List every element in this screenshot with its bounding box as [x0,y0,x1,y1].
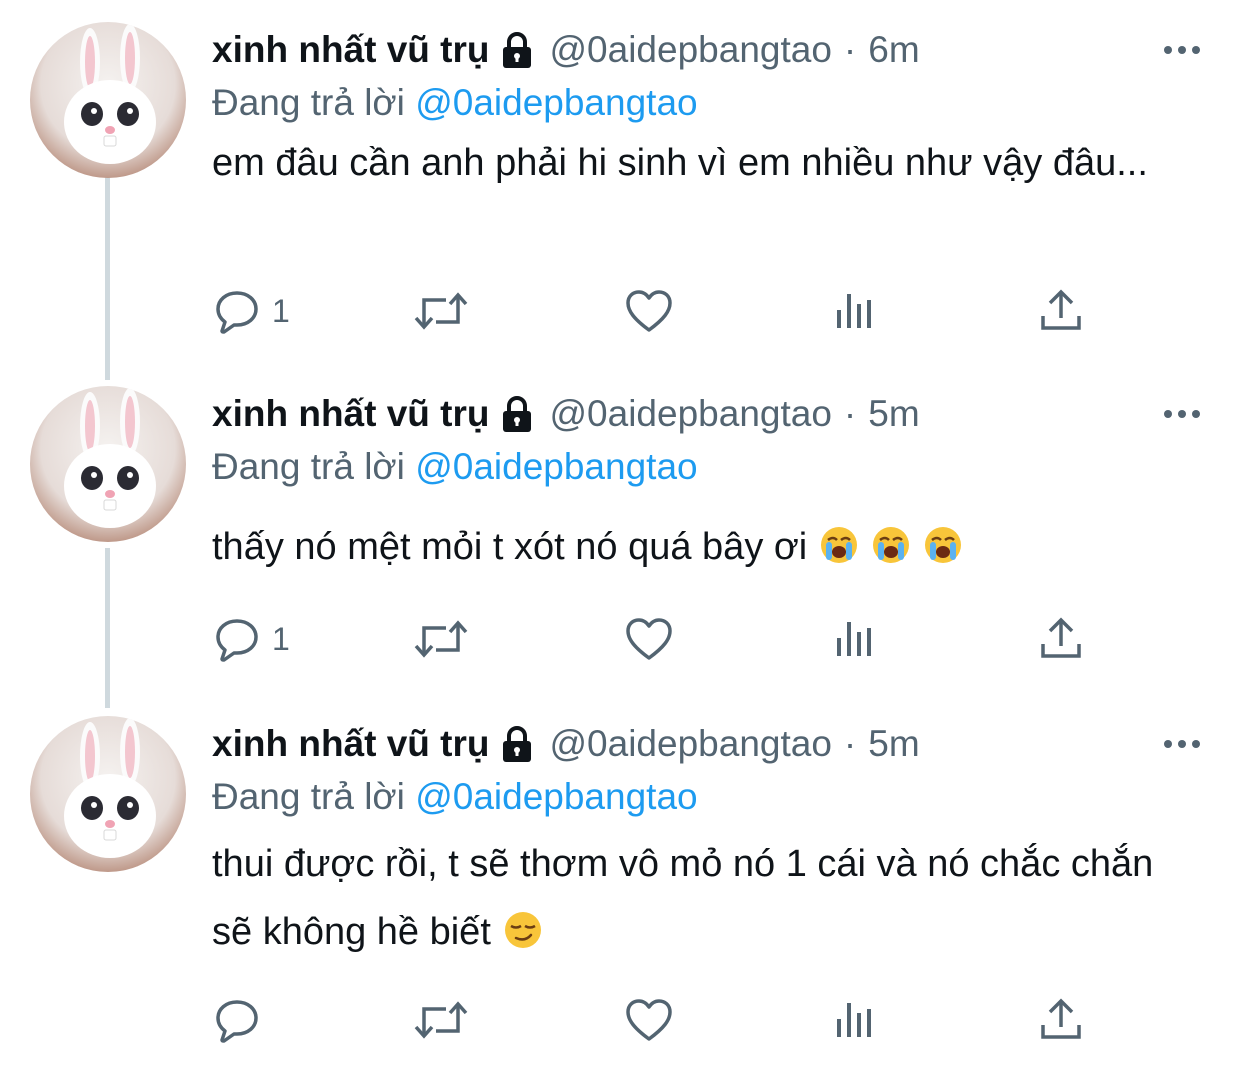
share-button[interactable] [1038,995,1084,1045]
lock-icon [502,726,531,762]
timestamp[interactable]: 6m [868,29,919,71]
replying-to: Đang trả lời @0aidepbangtao [212,442,1202,492]
more-icon[interactable] [1162,402,1202,426]
tweet-text: em đâu cần anh phải hi sinh vì em nhiều … [212,136,1202,190]
share-icon [1041,617,1081,658]
like-icon [626,999,672,1041]
retweet-icon [414,292,468,330]
avatar[interactable] [30,386,186,542]
like-icon [626,618,672,660]
display-name[interactable]: xinh nhất vũ trụ [212,393,490,435]
loudly-crying-face-icon [821,527,858,563]
reply-mention-link[interactable]: @0aidepbangtao [415,776,697,817]
reply-button[interactable]: 1 [212,614,290,664]
thread-line [105,170,110,380]
reply-prefix: Đang trả lời [212,446,405,487]
smirking-face-icon [504,912,541,948]
views-icon [837,294,871,328]
timestamp[interactable]: 5m [868,393,919,435]
tweet-text: thấy nó mệt mỏi t xót nó quá bây ơi [212,520,1202,574]
more-icon[interactable] [1162,732,1202,756]
tweet-actions: 1 [212,614,1112,664]
reply-mention-link[interactable]: @0aidepbangtao [415,446,697,487]
display-name[interactable]: xinh nhất vũ trụ [212,29,490,71]
reply-prefix: Đang trả lời [212,82,405,123]
separator-dot: · [843,29,857,70]
timestamp[interactable]: 5m [868,723,919,765]
share-button[interactable] [1038,614,1084,664]
views-button[interactable] [832,286,878,336]
reply-icon [216,619,258,662]
replying-to: Đang trả lời @0aidepbangtao [212,772,1202,822]
reply-count: 1 [272,292,290,329]
like-button[interactable] [624,614,674,664]
share-icon [1041,289,1081,330]
share-button[interactable] [1038,286,1084,336]
views-icon [837,622,871,656]
lock-icon [502,396,531,432]
like-button[interactable] [624,286,674,336]
reply-icon [216,1000,258,1043]
loudly-crying-face-icon [873,527,910,563]
tweet-text-body: thấy nó mệt mỏi t xót nó quá bây ơi [212,526,808,568]
reply-mention-link[interactable]: @0aidepbangtao [415,82,697,123]
tweet-text-body: em đâu cần anh phải hi sinh vì em nhiều … [212,142,1148,184]
retweet-button[interactable] [412,614,470,664]
views-button[interactable] [832,995,878,1045]
replying-to: Đang trả lời @0aidepbangtao [212,78,1202,128]
user-handle[interactable]: @0aidepbangtao [550,723,832,765]
loudly-crying-face-icon [925,527,962,563]
more-icon[interactable] [1162,38,1202,62]
reply-prefix: Đang trả lời [212,776,405,817]
reply-icon [216,291,258,334]
avatar[interactable] [30,716,186,872]
separator-dot: · [843,393,857,434]
retweet-button[interactable] [412,286,470,336]
reply-button[interactable] [212,995,272,1045]
tweet-text-body: thui được rồi, t sẽ thơm vô mỏ nó 1 cái … [212,843,1154,953]
like-icon [626,290,672,332]
retweet-icon [414,620,468,658]
views-button[interactable] [832,614,878,664]
avatar[interactable] [30,22,186,178]
views-icon [837,1003,871,1037]
reply-button[interactable]: 1 [212,286,290,336]
share-icon [1041,998,1081,1039]
reply-count: 1 [272,620,290,657]
like-button[interactable] [624,995,674,1045]
tweet-thread: xinh nhất vũ trụ @0aidepbangtao · 6m Đan… [0,0,1242,1069]
user-handle[interactable]: @0aidepbangtao [550,393,832,435]
lock-icon [502,32,531,68]
retweet-button[interactable] [412,995,470,1045]
display-name[interactable]: xinh nhất vũ trụ [212,723,490,765]
tweet-actions [212,995,1112,1045]
thread-line [105,548,110,708]
retweet-icon [414,1001,468,1039]
tweet-text: thui được rồi, t sẽ thơm vô mỏ nó 1 cái … [212,830,1202,966]
separator-dot: · [843,723,857,764]
user-handle[interactable]: @0aidepbangtao [550,29,832,71]
tweet-actions: 1 [212,286,1112,336]
